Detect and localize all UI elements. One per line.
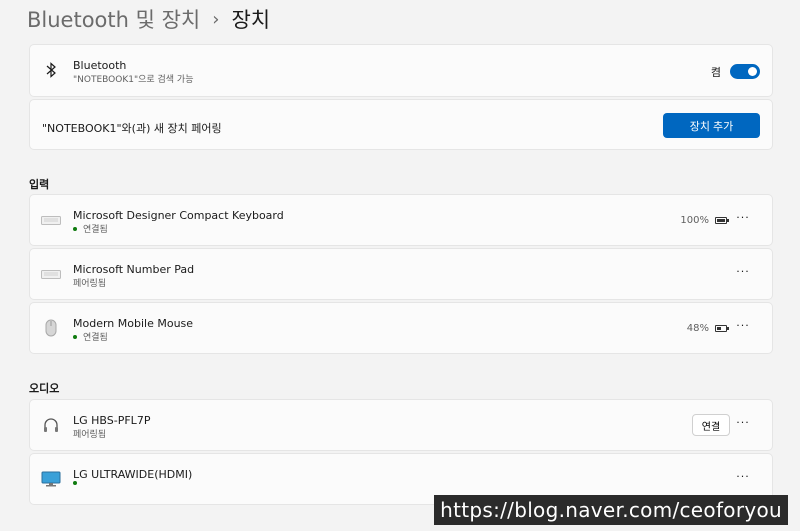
device-status-text: 페어링됨 bbox=[73, 279, 107, 289]
keyboard-icon bbox=[40, 263, 62, 285]
device-status: 연결됨 bbox=[73, 330, 108, 343]
monitor-icon bbox=[40, 468, 62, 490]
page-title: 장치 bbox=[231, 8, 271, 32]
mouse-icon bbox=[40, 317, 62, 339]
section-heading-input: 입력 bbox=[29, 178, 50, 191]
bluetooth-title: Bluetooth bbox=[73, 59, 127, 72]
pair-device-card: "NOTEBOOK1"와(과) 새 장치 페어링 장치 추가 bbox=[29, 99, 773, 150]
keyboard-icon bbox=[40, 209, 62, 231]
headphones-icon bbox=[40, 414, 62, 436]
more-options-button[interactable]: ··· bbox=[736, 263, 750, 281]
more-options-button[interactable]: ··· bbox=[736, 468, 750, 486]
watermark: https://blog.naver.com/ceoforyou bbox=[434, 495, 788, 525]
connected-dot-icon bbox=[73, 226, 77, 231]
add-device-button[interactable]: 장치 추가 bbox=[663, 113, 760, 138]
device-status-text: 페어링됨 bbox=[73, 430, 107, 440]
bluetooth-icon bbox=[40, 59, 62, 81]
battery-percent: 48% bbox=[686, 323, 709, 334]
device-name: LG ULTRAWIDE(HDMI) bbox=[73, 468, 193, 481]
battery-icon bbox=[715, 325, 729, 332]
breadcrumb-parent-link[interactable]: Bluetooth 및 장치 bbox=[27, 4, 200, 34]
device-status-text: 연결됨 bbox=[83, 225, 108, 235]
device-name: Microsoft Designer Compact Keyboard bbox=[73, 209, 284, 222]
battery-fill bbox=[717, 219, 725, 222]
battery-fill bbox=[717, 327, 721, 330]
device-row[interactable]: Microsoft Designer Compact Keyboard 연결됨 … bbox=[29, 194, 773, 246]
connect-button[interactable]: 연결 bbox=[692, 414, 730, 436]
device-name: Modern Mobile Mouse bbox=[73, 317, 194, 330]
bluetooth-card: Bluetooth "NOTEBOOK1"으로 검색 가능 켬 bbox=[29, 44, 773, 97]
battery-icon bbox=[715, 217, 729, 224]
bluetooth-toggle[interactable] bbox=[730, 64, 760, 79]
bluetooth-toggle-label: 켬 bbox=[710, 66, 721, 79]
toggle-knob bbox=[748, 67, 757, 76]
connected-dot-icon bbox=[73, 481, 77, 485]
device-status: 연결됨 bbox=[73, 222, 108, 235]
device-row[interactable]: Microsoft Number Pad 페어링됨 ··· bbox=[29, 248, 773, 300]
device-status bbox=[73, 481, 83, 485]
pair-device-text: "NOTEBOOK1"와(과) 새 장치 페어링 bbox=[42, 122, 222, 135]
section-heading-audio: 오디오 bbox=[29, 382, 60, 395]
device-name: LG HBS-PFL7P bbox=[73, 414, 151, 427]
battery-percent: 100% bbox=[680, 215, 709, 226]
connected-dot-icon bbox=[73, 334, 77, 339]
more-options-button[interactable]: ··· bbox=[736, 209, 750, 227]
breadcrumb: Bluetooth 및 장치 › 장치 bbox=[27, 4, 270, 34]
more-options-button[interactable]: ··· bbox=[736, 414, 750, 432]
device-status-text: 연결됨 bbox=[83, 333, 108, 343]
device-row[interactable]: LG HBS-PFL7P 페어링됨 연결 ··· bbox=[29, 399, 773, 451]
device-name: Microsoft Number Pad bbox=[73, 263, 195, 276]
more-options-button[interactable]: ··· bbox=[736, 317, 750, 335]
device-row[interactable]: Modern Mobile Mouse 연결됨 48% ··· bbox=[29, 302, 773, 354]
bluetooth-subtitle: "NOTEBOOK1"으로 검색 가능 bbox=[73, 75, 194, 85]
breadcrumb-separator: › bbox=[212, 8, 220, 30]
